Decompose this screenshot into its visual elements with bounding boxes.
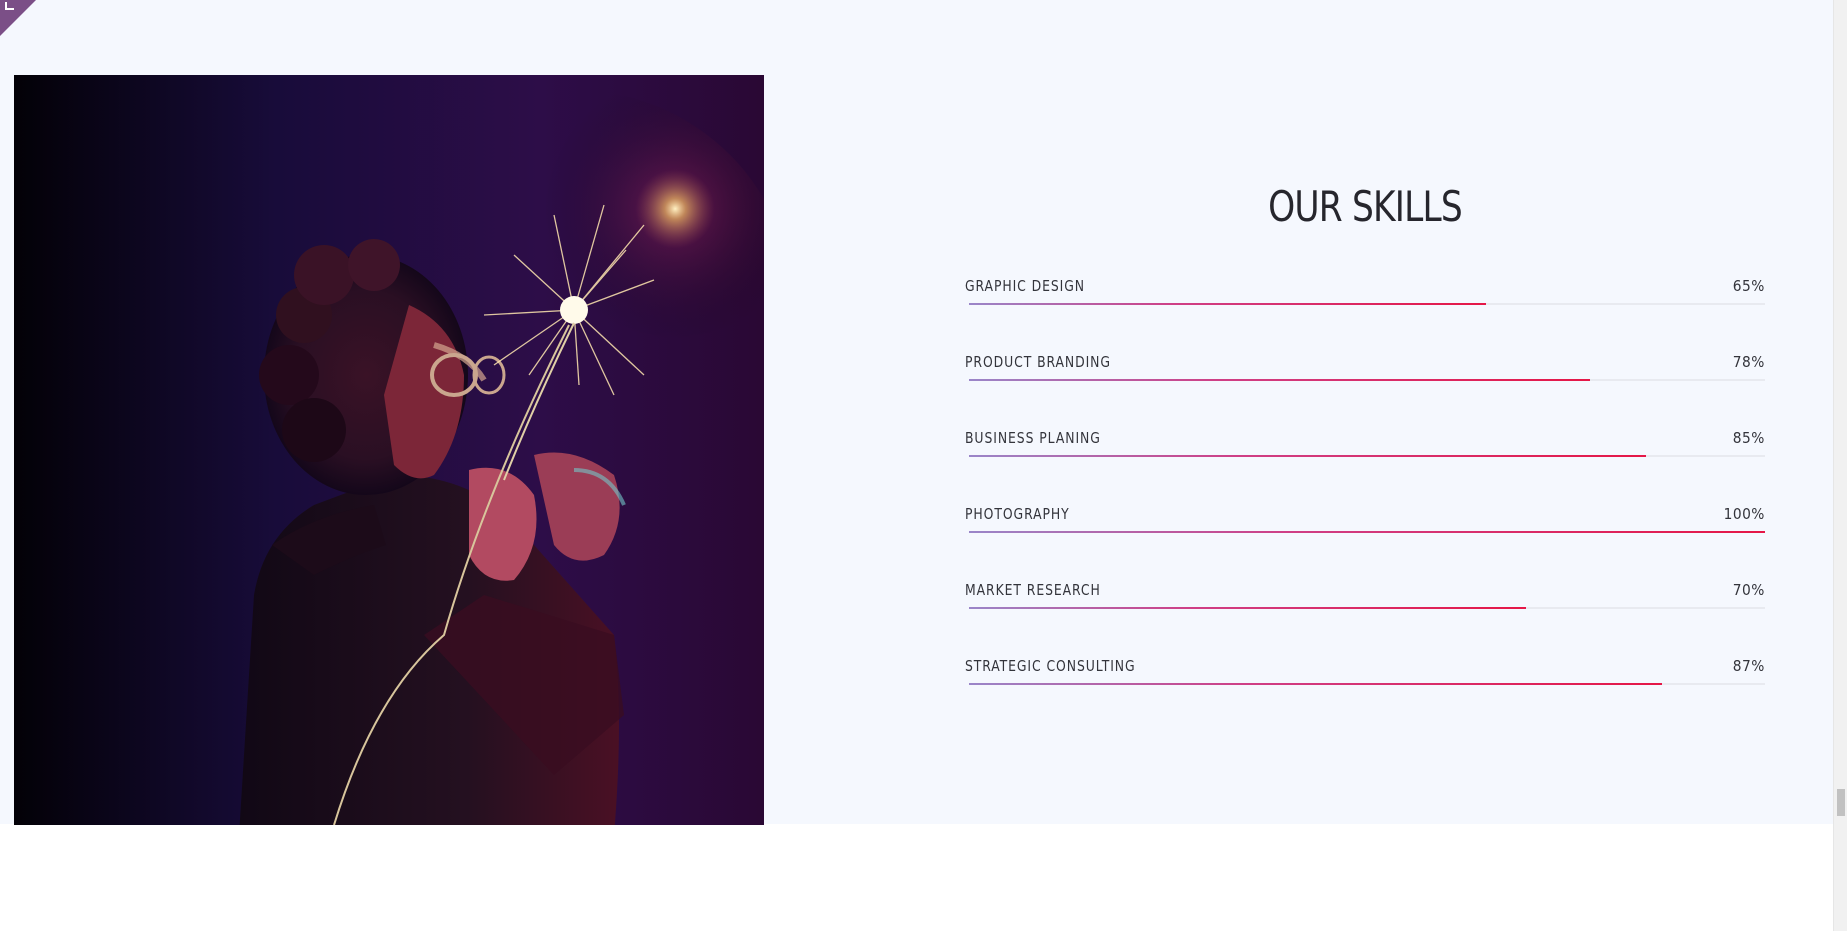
skill-row: BUSINESS PLANING 85%: [965, 429, 1765, 505]
skill-label: MARKET RESEARCH: [965, 581, 1101, 599]
skill-progress-track: [969, 303, 1765, 305]
skill-label: PHOTOGRAPHY: [965, 505, 1070, 523]
skill-progress-track: [969, 683, 1765, 685]
skill-label: BUSINESS PLANING: [965, 429, 1101, 447]
skill-percent: 85%: [1732, 429, 1765, 447]
skill-row: PHOTOGRAPHY 100%: [965, 505, 1765, 581]
skill-percent: 70%: [1732, 581, 1765, 599]
vertical-scrollbar[interactable]: [1833, 0, 1847, 931]
skill-progress-fill: [969, 455, 1646, 457]
skill-row: MARKET RESEARCH 70%: [965, 581, 1765, 657]
skill-label: STRATEGIC CONSULTING: [965, 657, 1136, 675]
skills-section: OUR SKILLS GRAPHIC DESIGN 65% PRODUCT BRAN…: [0, 0, 1833, 825]
skill-percent: 78%: [1732, 353, 1765, 371]
person-with-sparkler-photo: [14, 75, 764, 825]
skill-progress-track: [969, 455, 1765, 457]
skill-progress-fill: [969, 683, 1662, 685]
skill-progress-track: [969, 531, 1765, 533]
skills-panel: OUR SKILLS GRAPHIC DESIGN 65% PRODUCT BRAN…: [965, 170, 1765, 685]
skills-title: OUR SKILLS: [1268, 182, 1463, 231]
skill-progress-fill: [969, 303, 1487, 305]
corner-bracket-icon: [5, 2, 14, 10]
skill-percent: 65%: [1732, 277, 1765, 295]
skill-progress-track: [969, 607, 1765, 609]
page: OUR SKILLS GRAPHIC DESIGN 65% PRODUCT BRAN…: [0, 0, 1847, 931]
skill-progress-fill: [969, 379, 1590, 381]
skill-label: PRODUCT BRANDING: [965, 353, 1111, 371]
skill-progress-fill: [969, 531, 1765, 533]
skill-list: GRAPHIC DESIGN 65% PRODUCT BRANDING 78% BUSI…: [965, 277, 1765, 733]
scrollbar-thumb[interactable]: [1837, 789, 1845, 816]
skill-percent: 100%: [1723, 505, 1765, 523]
skill-percent: 87%: [1732, 657, 1765, 675]
skill-progress-track: [969, 379, 1765, 381]
skill-row: STRATEGIC CONSULTING 87%: [965, 657, 1765, 733]
skill-row: GRAPHIC DESIGN 65%: [965, 277, 1765, 353]
skill-row: PRODUCT BRANDING 78%: [965, 353, 1765, 429]
skill-label: GRAPHIC DESIGN: [965, 277, 1086, 295]
skill-progress-fill: [969, 607, 1527, 609]
